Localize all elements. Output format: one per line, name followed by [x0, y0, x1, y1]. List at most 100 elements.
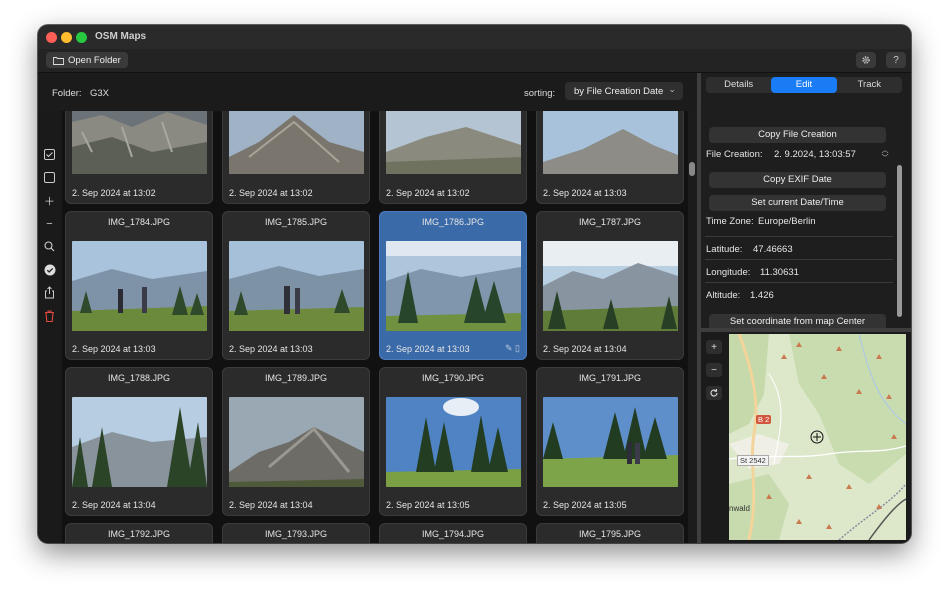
photo-card[interactable]: 2. Sep 2024 at 13:02: [65, 111, 213, 204]
map-zoom-in-button[interactable]: +: [706, 340, 722, 354]
plus-icon: ＋: [44, 195, 55, 208]
window-title: OSM Maps: [95, 31, 147, 42]
date-stepper[interactable]: ︿ ﹀: [880, 147, 890, 163]
select-all-button[interactable]: [42, 147, 57, 162]
photo-card[interactable]: 2. Sep 2024 at 13:03: [536, 111, 684, 204]
photo-filename: IMG_1785.JPG: [264, 217, 328, 227]
tab-track[interactable]: Track: [837, 77, 902, 93]
photo-filename: IMG_1784.JPG: [107, 217, 171, 227]
map-reset-button[interactable]: [706, 386, 722, 400]
left-tool-strip: ＋ −: [38, 111, 62, 543]
folder-icon: [53, 56, 64, 65]
longitude-value[interactable]: 11.30631: [760, 267, 799, 278]
open-folder-label: Open Folder: [68, 54, 121, 66]
separator: [705, 236, 893, 237]
photo-date: 2. Sep 2024 at 13:02: [72, 188, 156, 198]
chevron-down-icon[interactable]: ﹀: [880, 155, 890, 163]
panel-scrollbar[interactable]: [897, 165, 902, 317]
photo-thumbnail: [72, 241, 207, 331]
checkmark-circle-icon: [44, 264, 55, 275]
photo-date: 2. Sep 2024 at 13:03: [72, 344, 156, 354]
map-tiles: [729, 334, 906, 540]
photo-filename: IMG_1795.JPG: [578, 529, 642, 539]
search-button[interactable]: [42, 239, 57, 254]
photo-card[interactable]: IMG_1784.JPG 2. Sep 2024 at 13:03: [65, 211, 213, 360]
share-icon: [45, 286, 54, 299]
copy-exif-date-button[interactable]: Copy EXIF Date: [709, 172, 886, 188]
photo-filename: IMG_1790.JPG: [421, 373, 485, 383]
folder-label: Folder:: [52, 88, 82, 99]
share-button[interactable]: [42, 285, 57, 300]
copy-file-creation-button[interactable]: Copy File Creation: [709, 127, 886, 143]
map-road-label: St 2542: [737, 455, 769, 466]
photo-filename: IMG_1794.JPG: [421, 529, 485, 539]
photo-filename: IMG_1789.JPG: [264, 373, 328, 383]
timezone-value[interactable]: Europe/Berlin: [758, 216, 816, 227]
photo-card[interactable]: IMG_1794.JPG: [379, 523, 527, 543]
map-place-label: nwald: [729, 504, 750, 513]
grid-scrollbar-thumb[interactable]: [689, 162, 695, 176]
zoom-window-button[interactable]: [76, 32, 87, 43]
file-creation-value[interactable]: 2. 9.2024, 13:03:57: [774, 149, 856, 160]
plus-icon: +: [711, 341, 717, 353]
sorting-label: sorting:: [524, 88, 556, 99]
photo-thumbnail: [229, 241, 364, 331]
photo-card[interactable]: IMG_1785.JPG 2. Sep 2024 at 13:03: [222, 211, 370, 360]
photo-card[interactable]: IMG_1789.JPG 2. Sep 2024 at 13:04: [222, 367, 370, 516]
checkbox-empty-icon: [44, 172, 55, 183]
photo-card[interactable]: IMG_1788.JPG 2. Sep 2024 at 13:04: [65, 367, 213, 516]
set-current-date-button[interactable]: Set current Date/Time: [709, 195, 886, 211]
photo-date: 2. Sep 2024 at 13:02: [229, 188, 313, 198]
photo-card[interactable]: 2. Sep 2024 at 13:02: [222, 111, 370, 204]
map-panel: + − B 2 St 2542 nwald: [701, 332, 911, 543]
photo-card[interactable]: 2. Sep 2024 at 13:02: [379, 111, 527, 204]
sorting-select[interactable]: by File Creation Date ⌄: [565, 82, 683, 100]
confirm-button[interactable]: [42, 262, 57, 277]
photo-card[interactable]: IMG_1791.JPG 2. Sep 2024 at 13:05: [536, 367, 684, 516]
select-none-button[interactable]: [42, 170, 57, 185]
map-view[interactable]: B 2 St 2542 nwald: [729, 334, 906, 540]
minus-icon: −: [46, 217, 53, 230]
minimize-window-button[interactable]: [61, 32, 72, 43]
app-window: OSM Maps Open Folder ? Folder: G3X sorti…: [38, 25, 911, 543]
photo-card[interactable]: IMG_1793.JPG: [222, 523, 370, 543]
edit-panel: Details Edit Track Copy File Creation Fi…: [701, 73, 911, 342]
latitude-value[interactable]: 47.46663: [753, 244, 793, 255]
settings-button[interactable]: [856, 52, 876, 68]
file-creation-label: File Creation:: [706, 149, 763, 160]
sorting-value: by File Creation Date: [574, 85, 664, 97]
altitude-value[interactable]: 1.426: [750, 290, 774, 301]
delete-button[interactable]: [42, 308, 57, 323]
photo-card-selected[interactable]: IMG_1786.JPG 2. Sep 2024 at 13:03 ✎ ▯: [379, 211, 527, 360]
map-zoom-out-button[interactable]: −: [706, 363, 722, 377]
photo-card[interactable]: IMG_1795.JPG: [536, 523, 684, 543]
photo-card[interactable]: IMG_1792.JPG: [65, 523, 213, 543]
grid-scrollbar[interactable]: [688, 111, 697, 543]
help-button[interactable]: ?: [886, 52, 906, 68]
chevron-up-icon[interactable]: ︿: [880, 147, 890, 155]
tab-edit[interactable]: Edit: [771, 77, 837, 93]
photo-date: 2. Sep 2024 at 13:03: [386, 344, 470, 354]
photo-thumbnail: [72, 111, 207, 174]
open-folder-button[interactable]: Open Folder: [46, 52, 128, 68]
photo-date: 2. Sep 2024 at 13:05: [543, 500, 627, 510]
checkbox-checked-icon: [44, 149, 55, 160]
photo-filename: IMG_1787.JPG: [578, 217, 642, 227]
edit-and-map-icons: ✎ ▯: [505, 343, 520, 353]
title-bar: OSM Maps: [38, 25, 911, 49]
photo-card[interactable]: IMG_1790.JPG 2. Sep 2024 at 13:05: [379, 367, 527, 516]
tab-details[interactable]: Details: [706, 77, 771, 93]
latitude-label: Latitude:: [706, 244, 743, 255]
trash-icon: [45, 309, 54, 322]
zoom-in-grid-button[interactable]: ＋: [42, 193, 57, 208]
photo-thumbnail: [543, 111, 678, 174]
close-window-button[interactable]: [46, 32, 57, 43]
photo-date: 2. Sep 2024 at 13:02: [386, 188, 470, 198]
minus-icon: −: [711, 364, 717, 376]
search-icon: [44, 241, 55, 252]
zoom-out-grid-button[interactable]: −: [42, 216, 57, 231]
panel-tabs: Details Edit Track: [706, 77, 902, 93]
photo-date: 2. Sep 2024 at 13:03: [543, 188, 627, 198]
photo-thumbnail: [543, 241, 678, 331]
photo-card[interactable]: IMG_1787.JPG 2. Sep 2024 at 13:04: [536, 211, 684, 360]
